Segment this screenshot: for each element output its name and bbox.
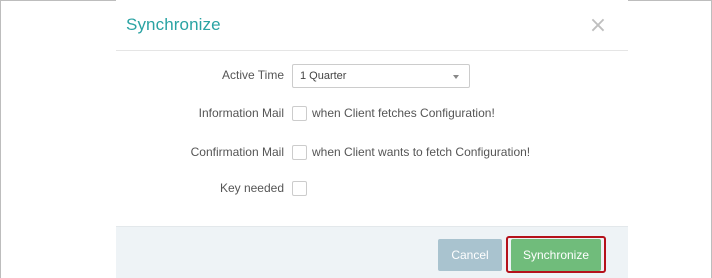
synchronize-dialog: Synchronize × Active Time 1 Quarter Info… [116, 0, 628, 278]
active-time-row: Active Time 1 Quarter [116, 64, 628, 88]
dialog-footer: Cancel Synchronize [116, 226, 628, 278]
frame-left-border [0, 0, 1, 278]
confirmation-mail-label: Confirmation Mail [190, 145, 284, 159]
dialog-title: Synchronize [126, 15, 221, 34]
information-mail-text: when Client fetches Configuration! [312, 106, 495, 120]
confirmation-mail-row: Confirmation Mail when Client wants to f… [116, 141, 628, 165]
confirmation-mail-checkbox[interactable] [292, 145, 307, 160]
cancel-button[interactable]: Cancel [438, 239, 502, 271]
information-mail-row: Information Mail when Client fetches Con… [116, 102, 628, 126]
key-needed-label: Key needed [219, 181, 284, 195]
key-needed-checkbox[interactable] [292, 181, 307, 196]
caret-down-icon [453, 75, 459, 79]
information-mail-label: Information Mail [198, 106, 284, 120]
active-time-select[interactable]: 1 Quarter [292, 64, 470, 88]
synchronize-button[interactable]: Synchronize [511, 239, 601, 271]
active-time-value: 1 Quarter [300, 70, 347, 82]
confirmation-mail-text: when Client wants to fetch Configuration… [312, 145, 531, 159]
key-needed-row: Key needed [116, 177, 628, 201]
active-time-label: Active Time [221, 68, 284, 82]
information-mail-checkbox[interactable] [292, 106, 307, 121]
close-icon[interactable]: × [588, 14, 608, 38]
dialog-header: Synchronize × [116, 0, 628, 51]
